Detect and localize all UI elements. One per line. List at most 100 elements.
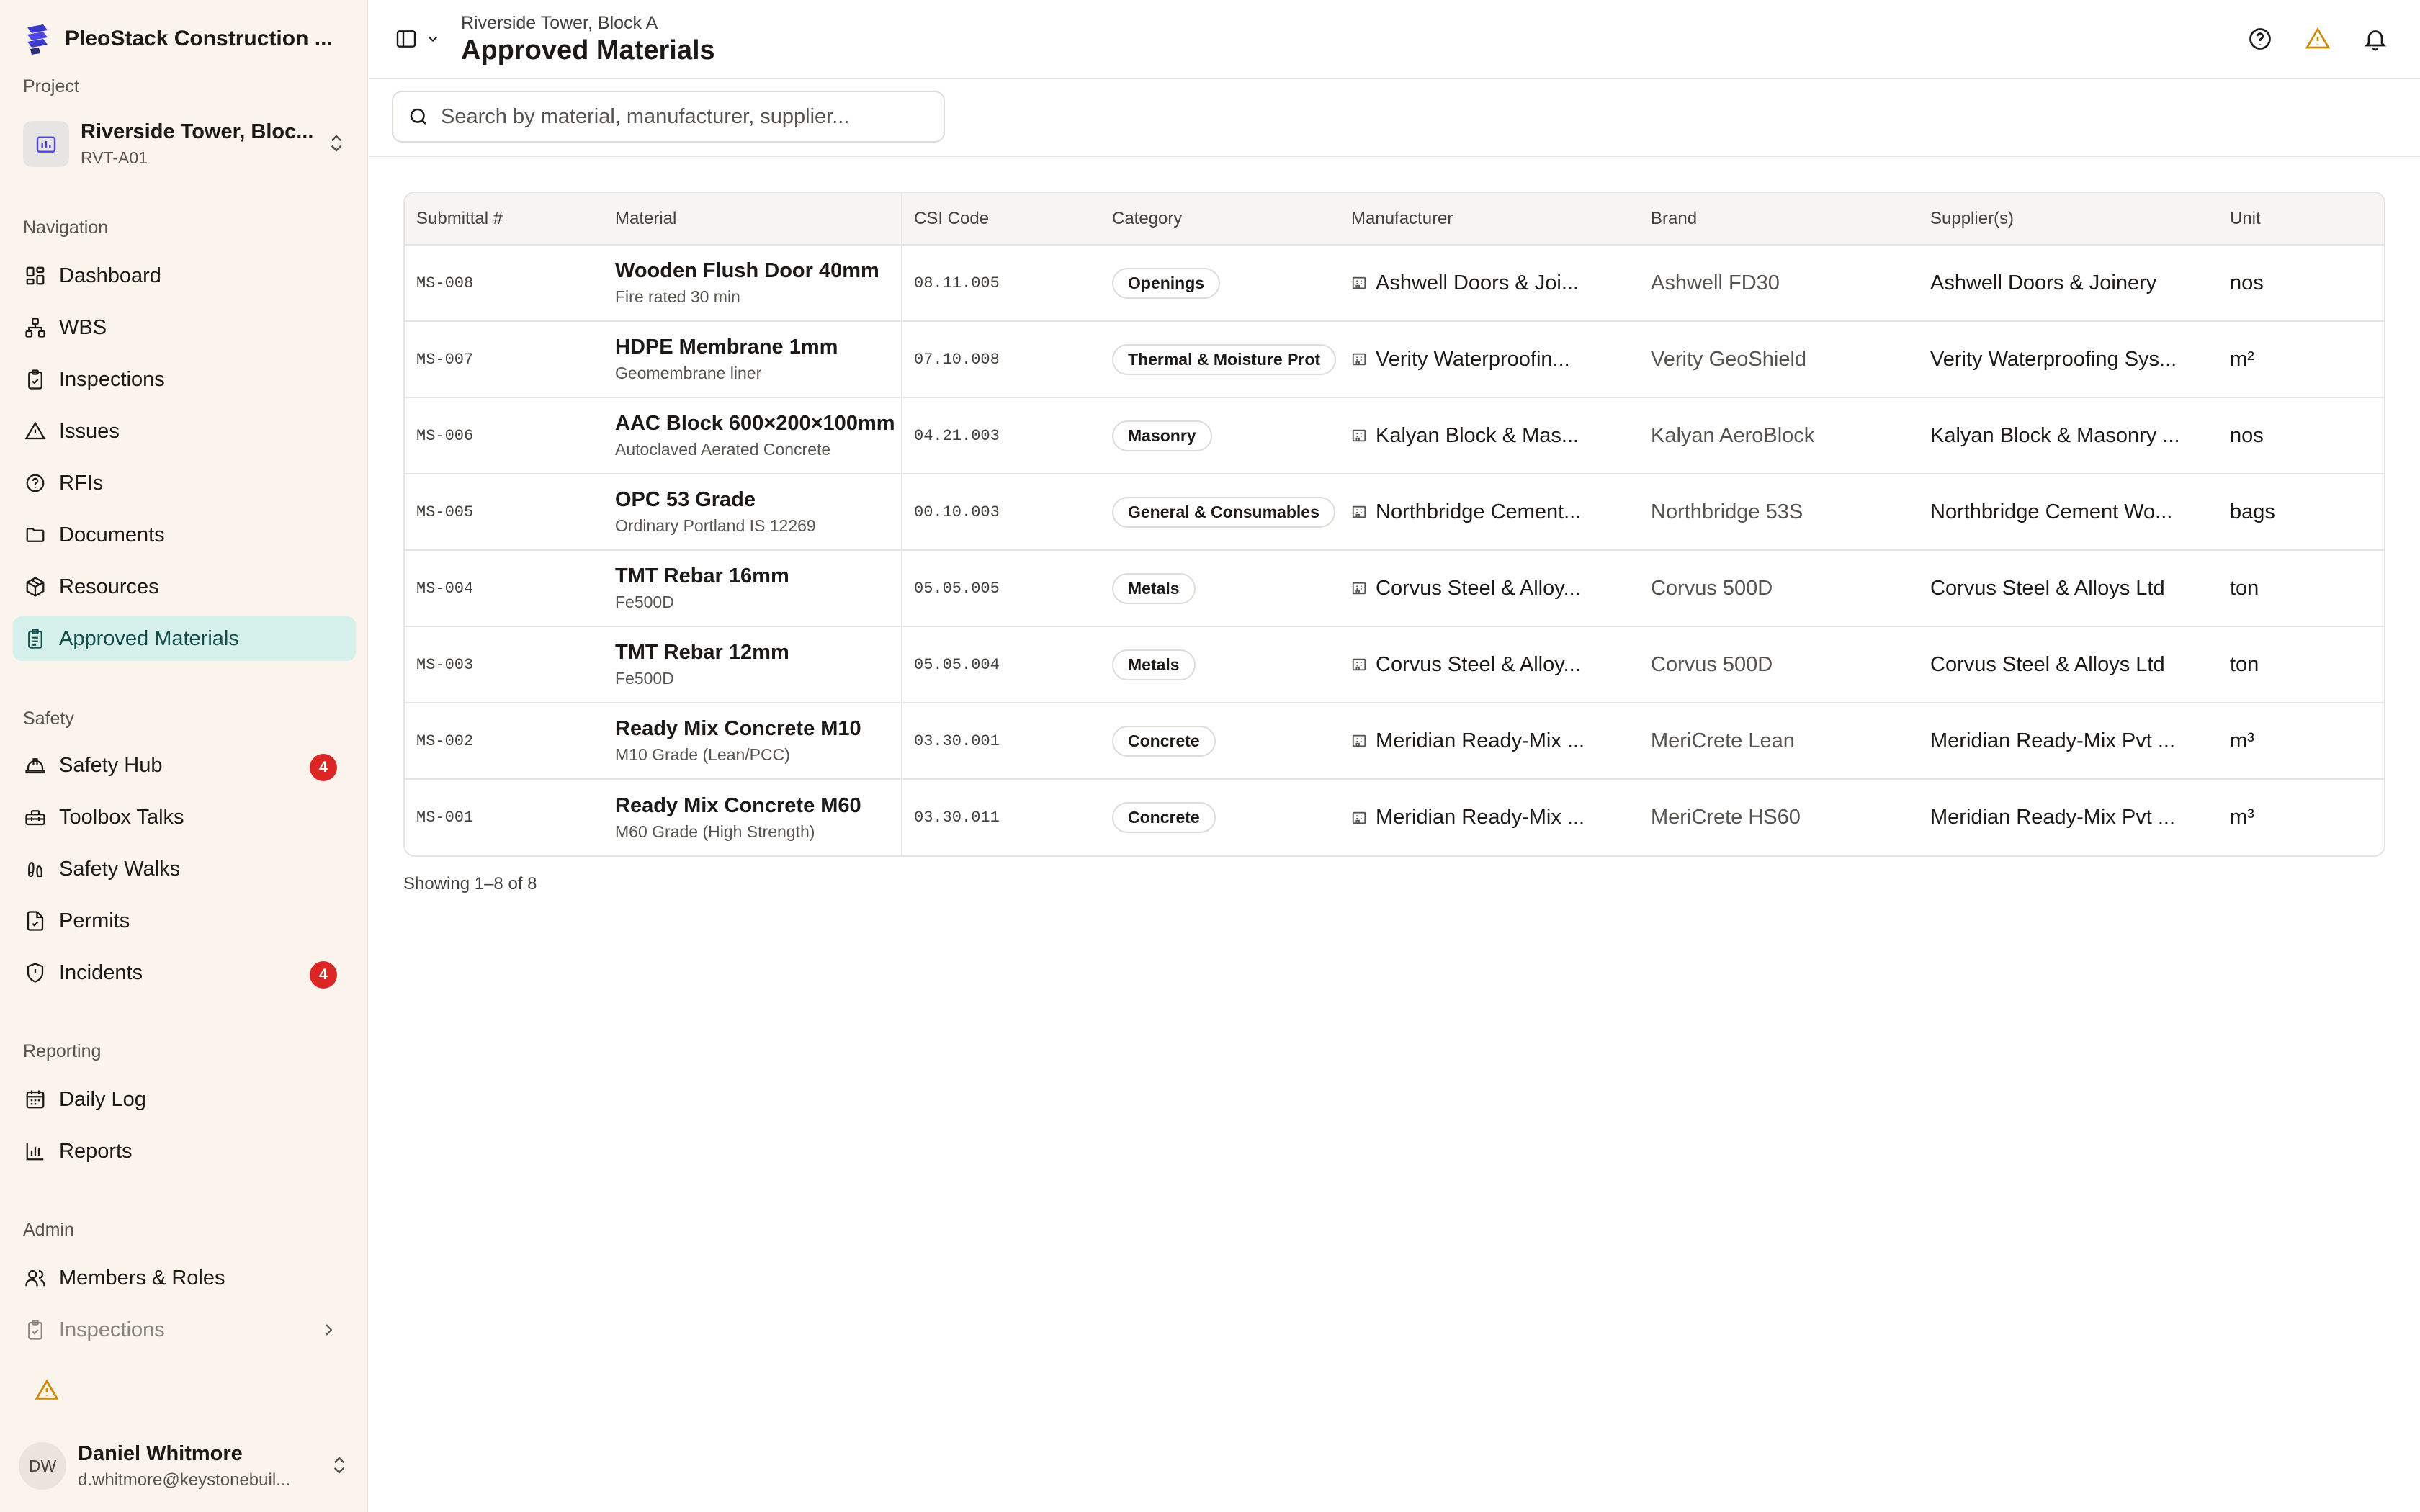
- csi-code: 04.21.003: [914, 426, 1000, 445]
- column-header[interactable]: Submittal #: [405, 193, 604, 246]
- table-row[interactable]: MS-002 Ready Mix Concrete M10 M10 Grade (…: [405, 703, 2384, 779]
- warning-icon[interactable]: [2305, 26, 2331, 52]
- manufacturer-cell: Meridian Ready-Mix ...: [1340, 703, 1639, 779]
- warning-icon[interactable]: [35, 1378, 59, 1403]
- sidebar-item-label: Approved Materials: [59, 626, 239, 650]
- table-row[interactable]: MS-005 OPC 53 Grade Ordinary Portland IS …: [405, 474, 2384, 550]
- table-row[interactable]: MS-001 Ready Mix Concrete M60 M60 Grade (…: [405, 779, 2384, 855]
- brand-cell: Kalyan AeroBlock: [1651, 423, 1815, 447]
- sidebar-item-label: Safety Hub: [59, 753, 163, 777]
- material-description: Autoclaved Aerated Concrete: [615, 440, 831, 459]
- sidebar-item-daily-log[interactable]: Daily Log: [13, 1077, 356, 1122]
- sidebar-item-rfis[interactable]: RFIs: [13, 461, 356, 505]
- sidebar-item-approved-materials[interactable]: Approved Materials: [13, 616, 356, 661]
- sidebar-item-admin-inspections[interactable]: Inspections: [13, 1308, 356, 1352]
- material-description: Fire rated 30 min: [615, 287, 740, 306]
- app-name: PleoStack Construction ...: [65, 27, 333, 50]
- sidebar-item-resources[interactable]: Resources: [13, 564, 356, 609]
- material-description: M10 Grade (Lean/PCC): [615, 745, 790, 764]
- user-menu[interactable]: DW Daniel Whitmore d.whitmore@keystonebu…: [19, 1437, 350, 1495]
- brand-cell: MeriCrete Lean: [1651, 729, 1795, 752]
- category-badge: Masonry: [1112, 420, 1212, 451]
- sidebar-item-permits[interactable]: Permits: [13, 899, 356, 943]
- table-row[interactable]: MS-003 TMT Rebar 12mm Fe500D 05.05.004 Me…: [405, 626, 2384, 703]
- project-code: RVT-A01: [81, 148, 148, 167]
- column-header[interactable]: Category: [1101, 193, 1340, 246]
- column-header[interactable]: CSI Code: [902, 193, 1101, 246]
- material-name: Wooden Flush Door 40mm: [615, 259, 879, 282]
- csi-code: 00.10.003: [914, 503, 1000, 521]
- sidebar-item-toolbox-talks[interactable]: Toolbox Talks: [13, 795, 356, 840]
- category-cell: General & Consumables: [1101, 474, 1340, 550]
- csi-code: 07.10.008: [914, 350, 1000, 369]
- warning-icon: [23, 419, 48, 444]
- material-description: M60 Grade (High Strength): [615, 822, 815, 841]
- material-name: Ready Mix Concrete M10: [615, 717, 861, 740]
- material-cell: HDPE Membrane 1mm Geomembrane liner: [604, 321, 902, 397]
- column-header[interactable]: Brand: [1639, 193, 1919, 246]
- building-icon: [1352, 811, 1366, 824]
- sidebar-item-inspections[interactable]: Inspections: [13, 357, 356, 402]
- sidebar-item-reports[interactable]: Reports: [13, 1129, 356, 1174]
- footprints-icon: [23, 857, 48, 881]
- breadcrumb[interactable]: Riverside Tower, Block A: [461, 13, 715, 34]
- sidebar-item-safety-hub[interactable]: Safety Hub 4: [13, 743, 356, 788]
- material-cell: TMT Rebar 16mm Fe500D: [604, 550, 902, 626]
- bell-icon[interactable]: [2362, 26, 2388, 52]
- column-header[interactable]: Manufacturer: [1340, 193, 1639, 246]
- table-row[interactable]: MS-006 AAC Block 600×200×100mm Autoclaved…: [405, 397, 2384, 474]
- help-circle-icon[interactable]: [2247, 26, 2273, 52]
- sidebar: PleoStack Construction ... Project River…: [0, 0, 368, 1512]
- avatar: DW: [19, 1442, 66, 1490]
- sidebar-item-incidents[interactable]: Incidents 4: [13, 950, 356, 995]
- table-row[interactable]: MS-008 Wooden Flush Door 40mm Fire rated …: [405, 245, 2384, 321]
- brand[interactable]: PleoStack Construction ...: [23, 19, 333, 59]
- sidebar-item-label: Daily Log: [59, 1087, 146, 1111]
- supplier-cell: Kalyan Block & Masonry ...: [1930, 423, 2180, 447]
- sidebar-item-label: WBS: [59, 315, 107, 339]
- manufacturer-name: Ashwell Doors & Joi...: [1376, 271, 1579, 294]
- column-header[interactable]: Unit: [2218, 193, 2384, 246]
- admin-section-label: Admin: [23, 1220, 74, 1240]
- materials-table: Submittal # Material CSI Code Category M…: [403, 192, 2385, 857]
- project-switcher[interactable]: Riverside Tower, Bloc... RVT-A01: [23, 115, 347, 173]
- hierarchy-icon: [23, 315, 48, 340]
- csi-code: 03.30.011: [914, 809, 1000, 827]
- table-row[interactable]: MS-004 TMT Rebar 16mm Fe500D 05.05.005 Me…: [405, 550, 2384, 626]
- category-cell: Thermal & Moisture Prot: [1101, 321, 1340, 397]
- material-cell: Ready Mix Concrete M60 M60 Grade (High St…: [604, 779, 902, 855]
- unit-cell: m³: [2230, 729, 2254, 752]
- building-icon: [23, 121, 69, 167]
- package-icon: [23, 575, 48, 599]
- sidebar-item-documents[interactable]: Documents: [13, 513, 356, 557]
- category-badge: Metals: [1112, 649, 1196, 680]
- category-cell: Masonry: [1101, 397, 1340, 474]
- category-cell: Metals: [1101, 626, 1340, 703]
- clipboard-check-icon: [23, 367, 48, 392]
- manufacturer-cell: Northbridge Cement...: [1340, 474, 1639, 550]
- sidebar-item-members-roles[interactable]: Members & Roles: [13, 1256, 356, 1300]
- sidebar-item-issues[interactable]: Issues: [13, 409, 356, 454]
- table-header-row: Submittal # Material CSI Code Category M…: [405, 193, 2384, 246]
- brand-cell: Northbridge 53S: [1651, 500, 1803, 523]
- search-input[interactable]: [441, 104, 916, 129]
- sidebar-item-safety-walks[interactable]: Safety Walks: [13, 847, 356, 891]
- category-badge: Concrete: [1112, 725, 1216, 757]
- category-badge: General & Consumables: [1112, 496, 1335, 528]
- search-box[interactable]: [392, 91, 945, 143]
- unit-cell: bags: [2230, 500, 2275, 523]
- csi-code: 03.30.001: [914, 732, 1000, 750]
- sidebar-toggle-button[interactable]: [395, 27, 441, 50]
- category-cell: Concrete: [1101, 779, 1340, 855]
- column-header[interactable]: Supplier(s): [1919, 193, 2218, 246]
- notification-badge: 4: [310, 754, 337, 781]
- sidebar-item-dashboard[interactable]: Dashboard: [13, 253, 356, 298]
- sidebar-item-label: Permits: [59, 909, 130, 932]
- column-header[interactable]: Material: [604, 193, 902, 246]
- sidebar-item-wbs[interactable]: WBS: [13, 305, 356, 350]
- user-name: Daniel Whitmore: [78, 1441, 243, 1465]
- navigation-section-label: Navigation: [23, 217, 109, 238]
- sidebar-item-label: Resources: [59, 575, 159, 598]
- material-name: HDPE Membrane 1mm: [615, 336, 838, 359]
- table-row[interactable]: MS-007 HDPE Membrane 1mm Geomembrane line…: [405, 321, 2384, 397]
